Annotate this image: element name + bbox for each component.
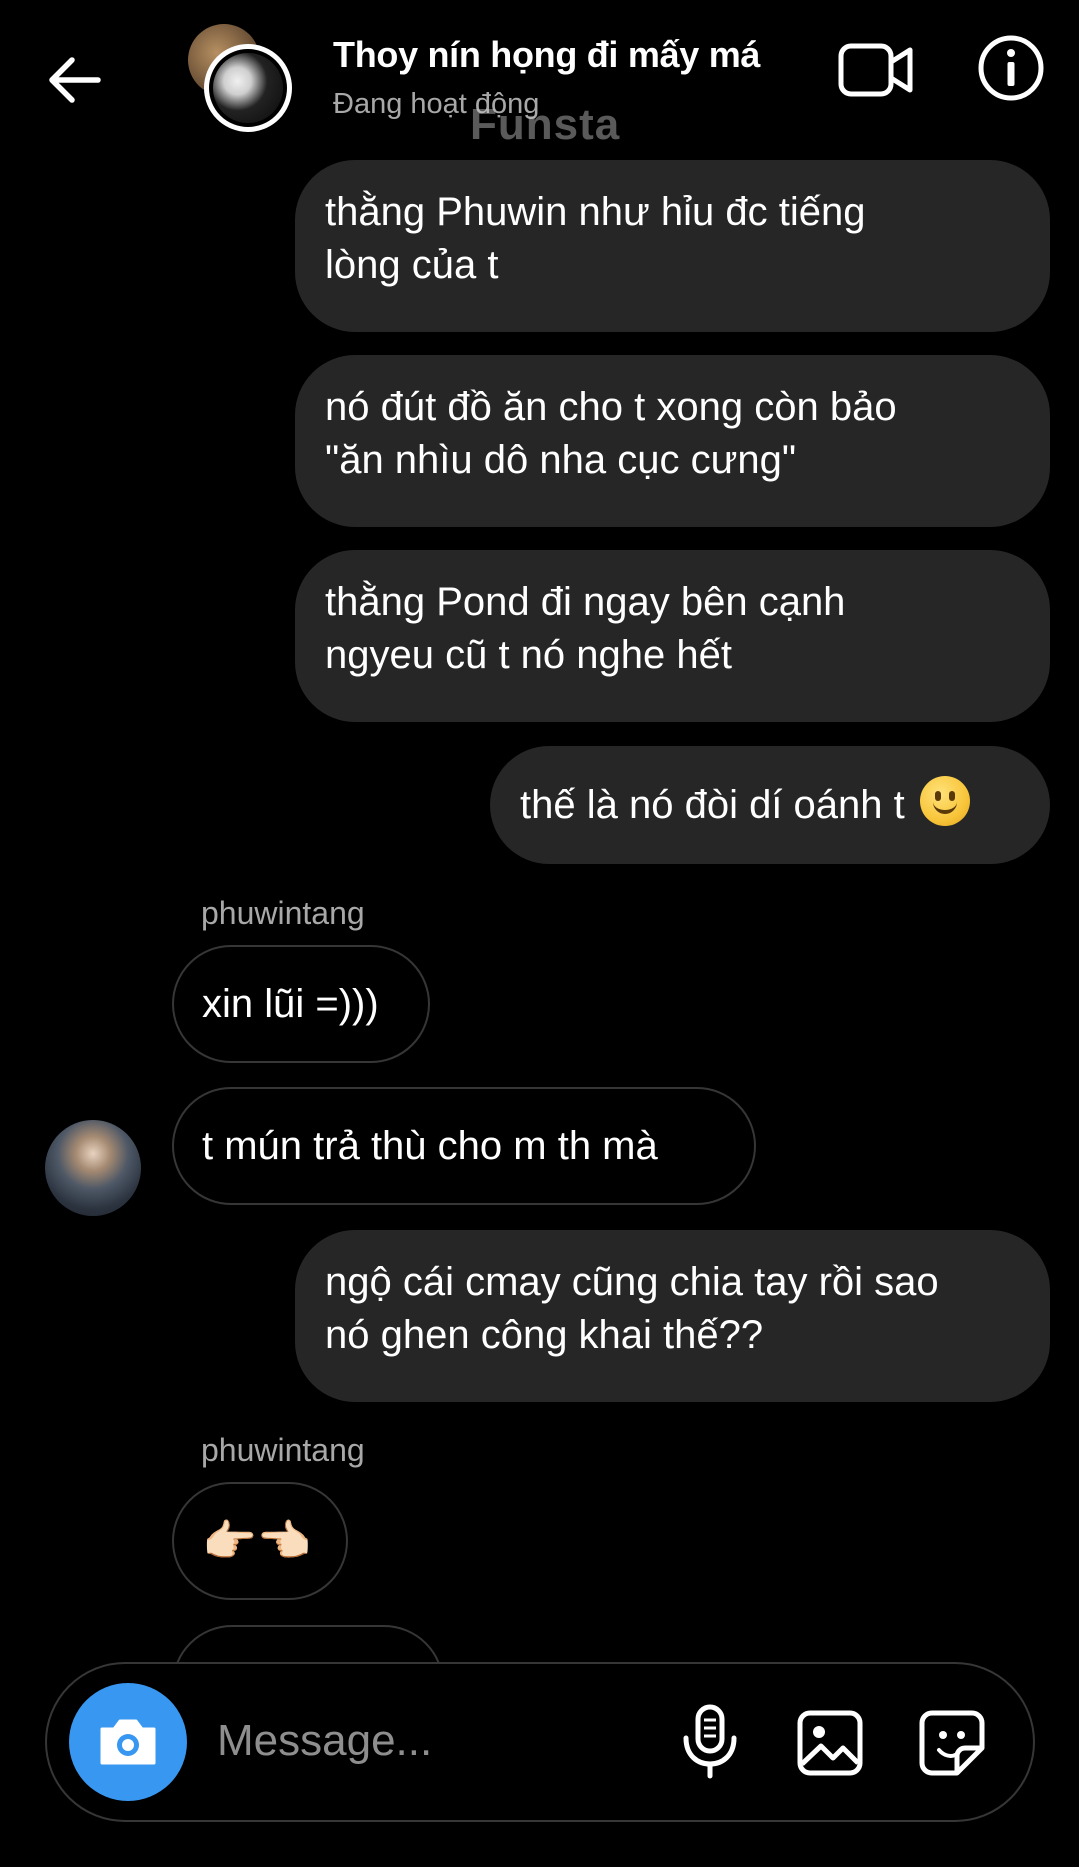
- message-bubble-outgoing[interactable]: thằng Phuwin như hỉu đc tiếng lòng của t: [295, 160, 1050, 332]
- message-bubble-outgoing[interactable]: thằng Pond đi ngay bên cạnh ngyeu cũ t n…: [295, 550, 1050, 722]
- message-bubble-incoming[interactable]: xin lũi =))): [172, 945, 430, 1063]
- message-text: thế là nó đòi dí oánh t: [520, 783, 905, 827]
- message-line: lòng của t: [325, 243, 499, 287]
- back-arrow-icon[interactable]: [40, 45, 110, 115]
- message-line: "ăn nhìu dô nha cục cưng": [325, 438, 797, 482]
- chat-title[interactable]: Thoy nín họng đi mấy má: [333, 34, 793, 76]
- group-avatar[interactable]: [188, 24, 293, 132]
- sticker-icon[interactable]: [917, 1708, 987, 1778]
- message-line: ngộ cái cmay cũng chia tay rồi sao: [325, 1260, 939, 1304]
- pointing-fingers-emoji: 👉🏻👈🏻: [202, 1516, 312, 1566]
- slightly-smiling-face-icon: [919, 776, 970, 826]
- video-call-icon[interactable]: [838, 40, 914, 100]
- sender-name: phuwintang: [201, 895, 365, 931]
- message-line: thằng Phuwin như hỉu đc tiếng: [325, 190, 866, 234]
- sender-name: phuwintang: [201, 1432, 365, 1468]
- message-bubble-outgoing[interactable]: nó đút đồ ăn cho t xong còn bảo "ăn nhìu…: [295, 355, 1050, 527]
- message-line: ngyeu cũ t nó nghe hết: [325, 633, 732, 677]
- sender-avatar[interactable]: [45, 1120, 141, 1216]
- message-text: t mún trả thù cho m th mà: [202, 1123, 658, 1168]
- info-icon[interactable]: [976, 33, 1046, 103]
- message-line: nó ghen công khai thế??: [325, 1313, 764, 1357]
- message-bubble-outgoing[interactable]: thế là nó đòi dí oánh t: [490, 746, 1050, 864]
- message-input[interactable]: Message...: [217, 1716, 432, 1766]
- chat-screen: Thoy nín họng đi mấy má Đang hoạt động F…: [0, 0, 1079, 1867]
- message-line: nó đút đồ ăn cho t xong còn bảo: [325, 385, 897, 429]
- message-bubble-incoming[interactable]: t mún trả thù cho m th mà: [172, 1087, 756, 1205]
- gallery-icon[interactable]: [795, 1708, 865, 1778]
- chat-header: Thoy nín họng đi mấy má Đang hoạt động F…: [0, 0, 1079, 150]
- message-line: thằng Pond đi ngay bên cạnh: [325, 580, 846, 624]
- message-bubble-incoming[interactable]: 👉🏻👈🏻: [172, 1482, 348, 1600]
- message-text: xin lũi =))): [202, 981, 379, 1026]
- message-composer: Message...: [45, 1662, 1035, 1822]
- group-avatar-front: [204, 44, 292, 132]
- message-bubble-outgoing[interactable]: ngộ cái cmay cũng chia tay rồi sao nó gh…: [295, 1230, 1050, 1402]
- watermark: Funsta: [470, 100, 621, 149]
- camera-button[interactable]: [69, 1683, 187, 1801]
- camera-icon: [100, 1719, 156, 1765]
- microphone-icon[interactable]: [675, 1704, 745, 1780]
